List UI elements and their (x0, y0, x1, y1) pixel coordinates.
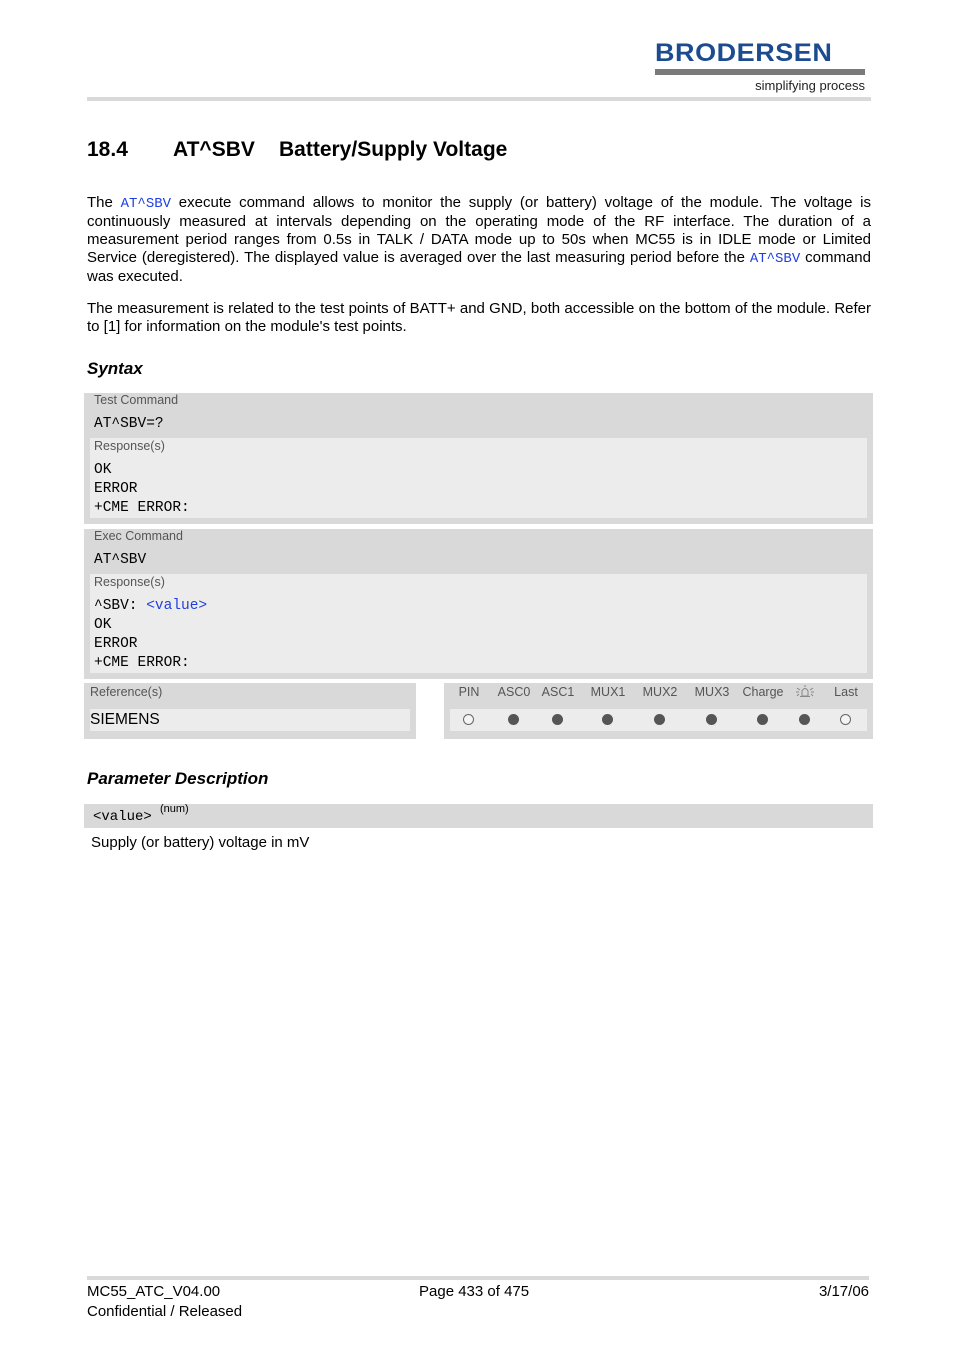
response-line: ^SBV: <value> (94, 598, 207, 614)
response-line: OK (94, 462, 112, 478)
response-line: OK (94, 617, 112, 633)
brodersen-logo: BRODERSEN simplifying process (655, 40, 867, 93)
reference-value-box: SIEMENS (90, 709, 410, 731)
logo-bar (655, 69, 865, 75)
section-number: 18.4 (87, 138, 128, 161)
flag-indicator-asc0 (508, 714, 519, 725)
exec-command-box: Exec Command AT^SBV Response(s) ^SBV: <v… (84, 529, 873, 679)
syntax-heading: Syntax (87, 359, 143, 378)
parameter-type: (num) (160, 803, 189, 815)
section-command: AT^SBV (173, 138, 255, 161)
command-link[interactable]: AT^SBV (750, 251, 800, 267)
footer-date: 3/17/06 (818, 1283, 869, 1300)
footer-divider (87, 1276, 869, 1280)
test-command-label: Test Command (94, 393, 179, 407)
response-line: ERROR (94, 481, 138, 497)
reference-box: Reference(s) SIEMENS (84, 683, 416, 739)
parameter-description-heading: Parameter Description (87, 769, 269, 788)
parameter-header: <value> (num) (84, 803, 873, 828)
flag-indicator-alarm (799, 714, 810, 725)
exec-response-box: Response(s) ^SBV: <value> OK ERROR +CME … (90, 574, 867, 673)
exec-command: AT^SBV (94, 552, 147, 568)
intro-text: The (87, 194, 121, 211)
flag-indicator-charge (757, 714, 768, 725)
parameter-description: Supply (or battery) voltage in mV (91, 834, 310, 851)
flag-indicator-last (840, 714, 851, 725)
logo-wordmark: BRODERSEN (655, 39, 833, 67)
flag-header-mux2: MUX2 (642, 685, 678, 699)
response-line: +CME ERROR: (94, 655, 190, 671)
reference-value: SIEMENS (90, 711, 160, 728)
footer-page: Page 433 of 475 (419, 1283, 530, 1300)
flags-box: PIN ASC0 ASC1 MUX1 MUX2 MUX3 Charge Last (444, 683, 873, 739)
flag-indicator-mux3 (706, 714, 717, 725)
exec-command-label: Exec Command (94, 529, 183, 543)
footer-status: Confidential / Released (87, 1303, 243, 1320)
flag-indicator-pin (463, 714, 474, 725)
flag-indicator-mux2 (654, 714, 665, 725)
value-param-link[interactable]: <value> (146, 598, 207, 614)
response-label: Response(s) (94, 439, 165, 453)
response-label: Response(s) (94, 575, 165, 589)
response-line: ERROR (94, 636, 138, 652)
flag-header-last: Last (834, 685, 858, 699)
flag-indicator-row (450, 709, 867, 731)
section-title: Battery/Supply Voltage (279, 138, 508, 161)
flag-header-asc1: ASC1 (541, 685, 575, 699)
command-link[interactable]: AT^SBV (121, 196, 171, 212)
flag-header-mux1: MUX1 (590, 685, 626, 699)
test-response-box: Response(s) OK ERROR +CME ERROR: (90, 438, 867, 518)
test-command: AT^SBV=? (94, 416, 164, 432)
measurement-paragraph: The measurement is related to the test p… (87, 300, 871, 335)
reference-label: Reference(s) (90, 685, 163, 699)
intro-paragraph: The AT^SBV execute command allows to mon… (87, 194, 871, 286)
logo-tagline: simplifying process (755, 78, 865, 93)
test-command-box: Test Command AT^SBV=? Response(s) OK ERR… (84, 393, 873, 524)
header-divider (87, 97, 871, 101)
parameter-name: <value> (93, 809, 152, 825)
response-line: +CME ERROR: (94, 500, 190, 516)
footer-doc-id: MC55_ATC_V04.00 (87, 1283, 221, 1300)
flag-indicator-mux1 (602, 714, 613, 725)
response-prefix: ^SBV: (94, 598, 147, 614)
flag-indicator-asc1 (552, 714, 563, 725)
flag-header-mux3: MUX3 (694, 685, 730, 699)
